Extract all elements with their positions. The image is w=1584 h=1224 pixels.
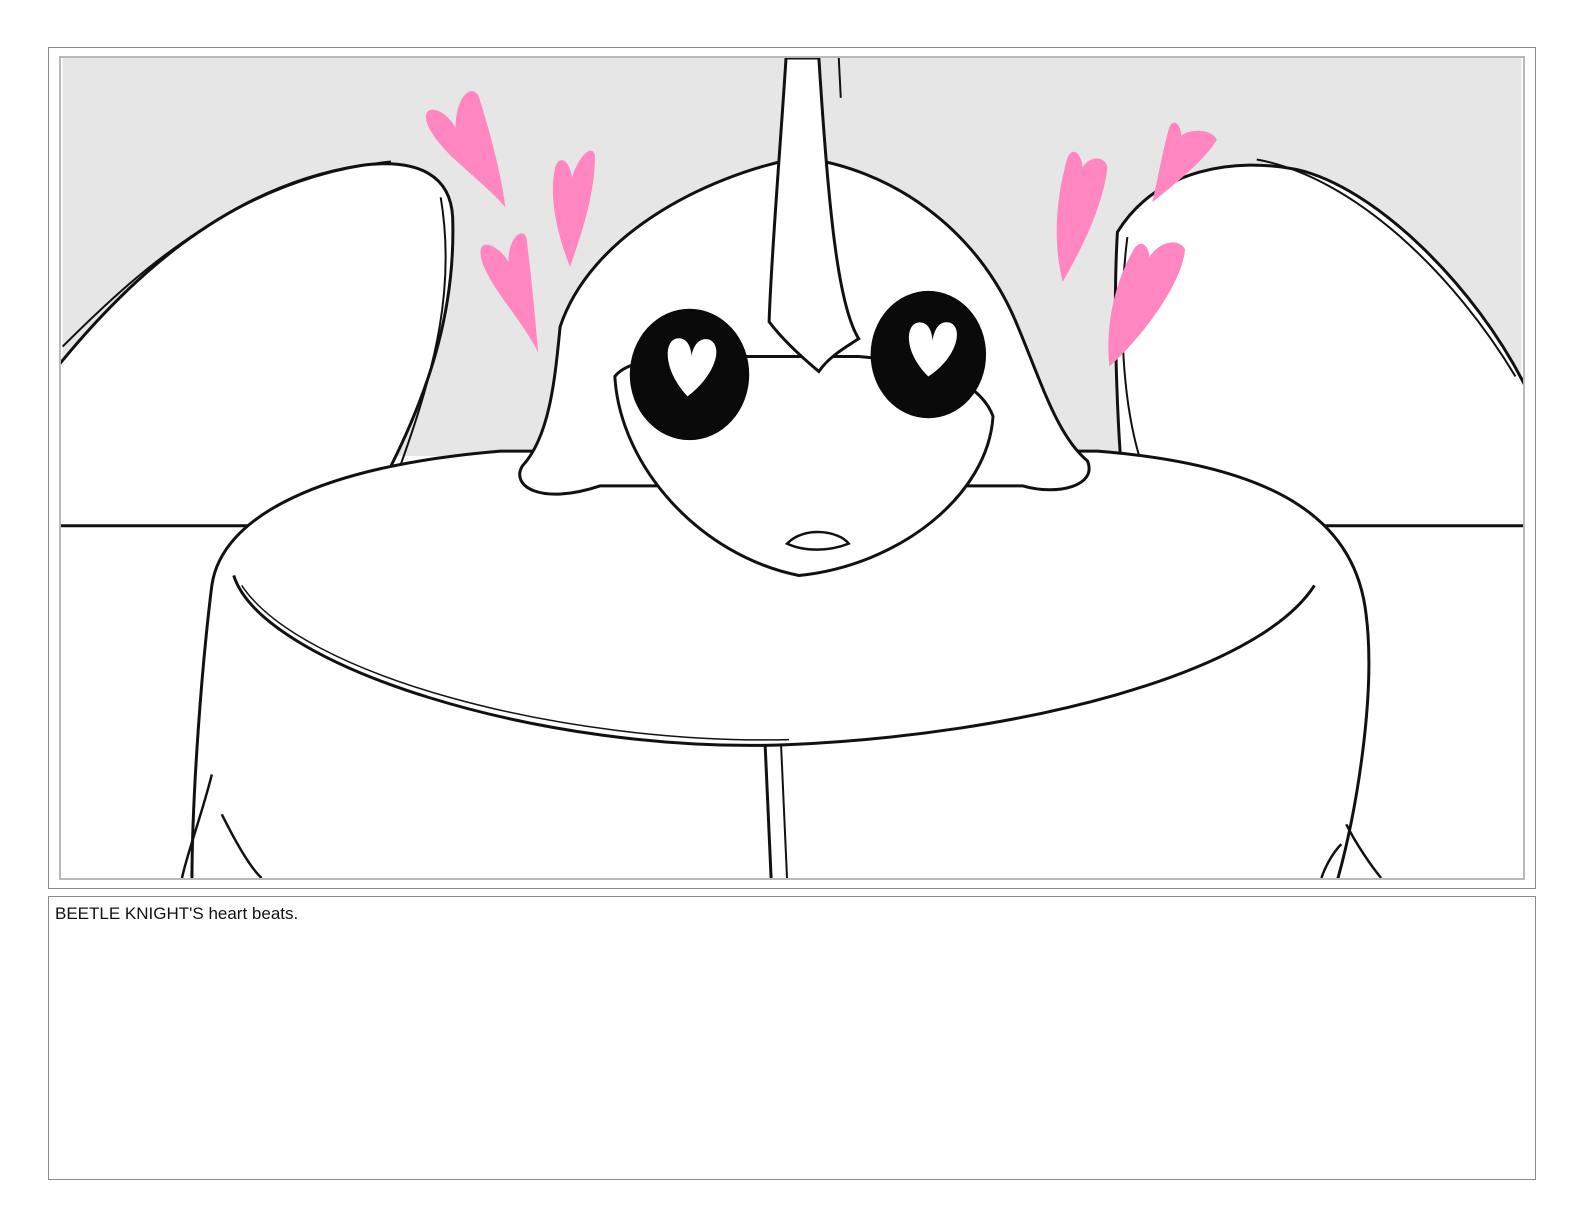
- left-eye: [629, 308, 750, 441]
- beetle-knight-drawing: [61, 58, 1523, 878]
- storyboard-caption-box: BEETLE KNIGHT'S heart beats.: [48, 896, 1536, 1180]
- right-eye: [870, 290, 987, 419]
- storyboard-panel-image: [59, 56, 1525, 880]
- caption-text: BEETLE KNIGHT'S heart beats.: [55, 904, 299, 923]
